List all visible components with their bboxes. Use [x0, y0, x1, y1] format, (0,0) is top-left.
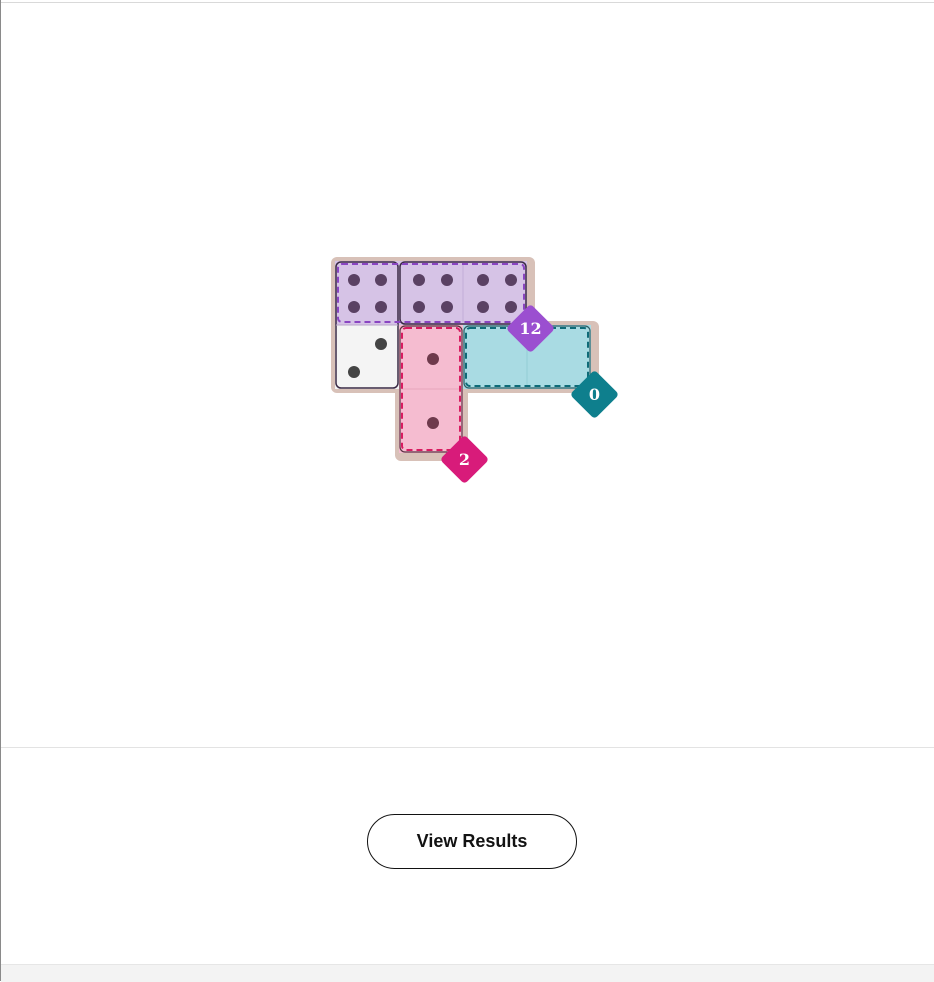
pip-one [427, 417, 439, 429]
pip-one [427, 353, 439, 365]
cell-r0c0[interactable] [335, 261, 399, 325]
purple-region-label: 12 [519, 319, 541, 338]
teal-region-label: 0 [589, 385, 600, 404]
cell-r0c2[interactable] [463, 261, 527, 325]
app-frame: 12 0 2 View Results [0, 0, 934, 982]
cell-r1c0[interactable] [335, 325, 399, 389]
puzzle-board: 12 0 2 [331, 257, 618, 483]
puzzle-board-area: 12 0 2 [2, 3, 934, 747]
view-results-button[interactable]: View Results [367, 814, 577, 869]
bottom-strip [1, 964, 934, 982]
cell-r0c1[interactable] [399, 261, 463, 325]
pink-region-label: 2 [459, 450, 470, 469]
section-divider [1, 747, 934, 748]
